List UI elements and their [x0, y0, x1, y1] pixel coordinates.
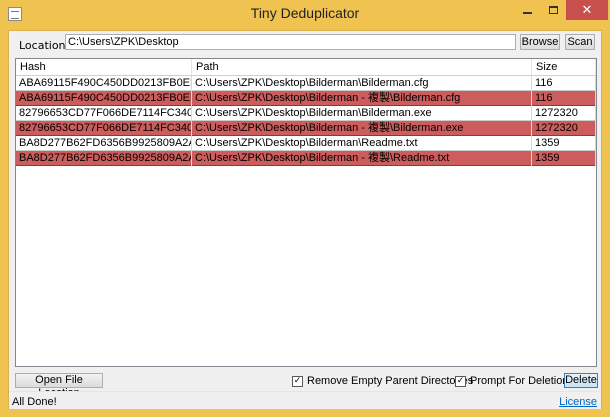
checkmark-icon: ✓ [293, 376, 302, 386]
hash-cell: 82796653CD77F066DE7114FC34004E [16, 106, 192, 121]
path-cell: C:\Users\ZPK\Desktop\Bilderman - 複製\Bild… [192, 121, 532, 136]
remove-empty-checkbox[interactable]: ✓ [292, 376, 303, 387]
table-row[interactable]: BA8D277B62FD6356B9925809A2A3D C:\Users\Z… [16, 136, 596, 151]
location-label: Location: [19, 39, 70, 52]
hash-column-header[interactable]: Hash [16, 59, 192, 75]
size-cell: 1359 [532, 151, 596, 166]
table-row[interactable]: BA8D277B62FD6356B9925809A2A3D C:\Users\Z… [16, 151, 596, 166]
checkmark-icon: ✓ [456, 376, 465, 386]
path-column-header[interactable]: Path [192, 59, 532, 75]
app-window: Tiny Deduplicator ✕ Location: C:\Users\Z… [0, 0, 610, 417]
table-header: Hash Path Size [16, 59, 596, 76]
minimize-icon [522, 12, 532, 14]
close-icon: ✕ [581, 2, 593, 18]
path-cell: C:\Users\ZPK\Desktop\Bilderman\Readme.tx… [192, 136, 532, 151]
prompt-deletion-checkbox[interactable]: ✓ [455, 376, 466, 387]
license-link[interactable]: License [559, 396, 597, 408]
open-file-location-button[interactable]: Open File Location [15, 373, 103, 399]
minimize-button[interactable] [514, 0, 540, 20]
size-cell: 1272320 [532, 106, 596, 121]
prompt-deletion-label[interactable]: Prompt For Deletion [470, 375, 568, 387]
location-input[interactable]: C:\Users\ZPK\Desktop [65, 34, 516, 50]
table-row[interactable]: 82796653CD77F066DE7114FC34004E C:\Users\… [16, 121, 596, 136]
table-row[interactable]: ABA69115F490C450DD0213FB0EB93 C:\Users\Z… [16, 91, 596, 106]
hash-cell: 82796653CD77F066DE7114FC34004E [16, 121, 192, 136]
size-cell: 1359 [532, 136, 596, 151]
size-cell: 116 [532, 91, 596, 106]
close-button[interactable]: ✕ [566, 0, 608, 20]
hash-cell: ABA69115F490C450DD0213FB0EB93 [16, 91, 192, 106]
browse-button[interactable]: Browse [520, 34, 560, 50]
main-content: Location: C:\Users\ZPK\Desktop Browse Sc… [8, 30, 602, 409]
table-row[interactable]: ABA69115F490C450DD0213FB0EB93 C:\Users\Z… [16, 76, 596, 91]
maximize-icon [548, 6, 558, 14]
path-cell: C:\Users\ZPK\Desktop\Bilderman\Bilderman… [192, 76, 532, 91]
size-cell: 1272320 [532, 121, 596, 136]
path-cell: C:\Users\ZPK\Desktop\Bilderman - 複製\Bild… [192, 91, 532, 106]
status-text: All Done! [12, 396, 57, 408]
hash-cell: BA8D277B62FD6356B9925809A2A3D [16, 151, 192, 166]
path-cell: C:\Users\ZPK\Desktop\Bilderman\Bilderman… [192, 106, 532, 121]
path-cell: C:\Users\ZPK\Desktop\Bilderman - 複製\Read… [192, 151, 532, 166]
size-column-header[interactable]: Size [532, 59, 596, 75]
duplicates-table[interactable]: Hash Path Size ABA69115F490C450DD0213FB0… [15, 58, 597, 367]
delete-button[interactable]: Delete [564, 373, 598, 388]
title-bar[interactable]: Tiny Deduplicator ✕ [0, 0, 610, 28]
hash-cell: BA8D277B62FD6356B9925809A2A3D [16, 136, 192, 151]
table-row[interactable]: 82796653CD77F066DE7114FC34004E C:\Users\… [16, 106, 596, 121]
scan-button[interactable]: Scan [565, 34, 595, 50]
status-bar: All Done! License [9, 391, 601, 409]
maximize-button[interactable] [540, 0, 566, 20]
remove-empty-label[interactable]: Remove Empty Parent Directories [307, 375, 473, 387]
size-cell: 116 [532, 76, 596, 91]
hash-cell: ABA69115F490C450DD0213FB0EB93 [16, 76, 192, 91]
